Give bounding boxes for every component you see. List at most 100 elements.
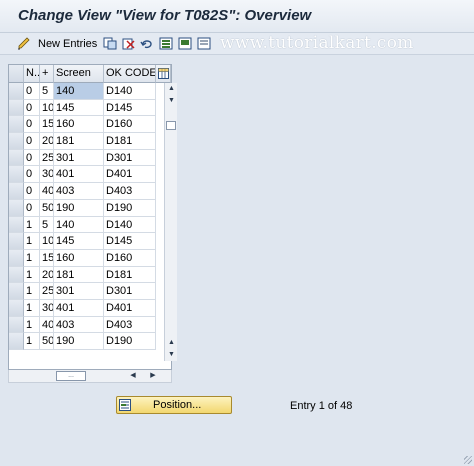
table-row: 0 10 145 D145: [9, 99, 171, 117]
cell-plus: 20: [40, 133, 54, 150]
cell-screen[interactable]: 145: [54, 233, 104, 250]
title-bar: Change View "View for T082S": Overview: [0, 0, 474, 33]
resize-grip-icon[interactable]: [464, 456, 472, 464]
table-rows: 0 5 140 D140 0 10 145 D145 0 15 160 D160 0 20 181 D181 0…: [9, 83, 171, 350]
row-selector[interactable]: [9, 299, 24, 317]
new-entries-button[interactable]: New Entries: [38, 38, 97, 50]
cell-screen[interactable]: 140: [54, 83, 104, 100]
cell-screen[interactable]: 401: [54, 299, 104, 317]
scroll-down-icon[interactable]: ▼: [165, 95, 178, 107]
cell-ok-code[interactable]: D401: [104, 166, 156, 184]
horizontal-scrollbar[interactable]: ... ◀ ▶: [8, 370, 172, 383]
table-row: 1 20 181 D181: [9, 266, 171, 284]
position-button[interactable]: Position...: [116, 396, 232, 414]
row-selector[interactable]: [9, 233, 24, 250]
cell-plus: 50: [40, 333, 54, 350]
row-selector[interactable]: [9, 199, 24, 217]
cell-plus: 25: [40, 283, 54, 300]
cell-screen[interactable]: 160: [54, 116, 104, 134]
cell-screen[interactable]: 190: [54, 333, 104, 350]
cell-screen[interactable]: 181: [54, 266, 104, 284]
cell-ok-code[interactable]: D190: [104, 199, 156, 217]
table-row: 0 15 160 D160: [9, 116, 171, 134]
hscroll-thumb[interactable]: ...: [56, 371, 86, 381]
scroll-page-down-icon[interactable]: ▼: [165, 349, 178, 361]
cell-ok-code[interactable]: D181: [104, 266, 156, 284]
cell-screen[interactable]: 140: [54, 216, 104, 234]
row-selector[interactable]: [9, 266, 24, 284]
table-row: 1 15 160 D160: [9, 249, 171, 267]
row-selector[interactable]: [9, 283, 24, 300]
table-settings-button[interactable]: [156, 65, 171, 83]
copy-as-icon[interactable]: [103, 37, 117, 50]
cell-ok-code[interactable]: D181: [104, 133, 156, 150]
cell-n: 1: [24, 316, 40, 334]
cell-plus: 40: [40, 316, 54, 334]
scroll-left-icon[interactable]: ◀: [127, 370, 139, 382]
select-all-icon[interactable]: [159, 37, 173, 50]
cell-screen[interactable]: 160: [54, 249, 104, 267]
cell-ok-code[interactable]: D403: [104, 183, 156, 200]
row-selector[interactable]: [9, 316, 24, 334]
cell-plus: 30: [40, 166, 54, 184]
row-selector[interactable]: [9, 333, 24, 350]
cell-ok-code[interactable]: D160: [104, 249, 156, 267]
row-selector[interactable]: [9, 99, 24, 117]
scroll-up-icon[interactable]: ▲: [165, 83, 178, 95]
cell-n: 0: [24, 116, 40, 134]
cell-n: 0: [24, 99, 40, 117]
cell-screen[interactable]: 403: [54, 316, 104, 334]
row-selector[interactable]: [9, 133, 24, 150]
select-block-icon[interactable]: [178, 37, 192, 50]
row-selector[interactable]: [9, 83, 24, 100]
cell-ok-code[interactable]: D403: [104, 316, 156, 334]
scroll-page-up-icon[interactable]: ▲: [165, 337, 178, 349]
cell-ok-code[interactable]: D140: [104, 83, 156, 100]
cell-screen[interactable]: 403: [54, 183, 104, 200]
cell-ok-code[interactable]: D401: [104, 299, 156, 317]
row-selector[interactable]: [9, 183, 24, 200]
table-row: 0 25 301 D301: [9, 149, 171, 167]
cell-screen[interactable]: 145: [54, 99, 104, 117]
cell-ok-code[interactable]: D301: [104, 283, 156, 300]
cell-ok-code[interactable]: D145: [104, 233, 156, 250]
cell-screen[interactable]: 401: [54, 166, 104, 184]
cell-ok-code[interactable]: D145: [104, 99, 156, 117]
column-header-n[interactable]: N..: [24, 65, 40, 83]
table-row: 0 5 140 D140: [9, 83, 171, 100]
cell-plus: 40: [40, 183, 54, 200]
row-selector[interactable]: [9, 249, 24, 267]
cell-screen[interactable]: 190: [54, 199, 104, 217]
cell-ok-code[interactable]: D160: [104, 116, 156, 134]
cell-n: 0: [24, 199, 40, 217]
scroll-thumb[interactable]: [166, 121, 176, 130]
cell-ok-code[interactable]: D140: [104, 216, 156, 234]
cell-screen[interactable]: 181: [54, 133, 104, 150]
delete-icon[interactable]: [121, 37, 135, 50]
deselect-all-icon[interactable]: [197, 37, 211, 50]
column-header-plus[interactable]: +: [40, 65, 54, 83]
table-row: 0 50 190 D190: [9, 199, 171, 217]
cell-screen[interactable]: 301: [54, 283, 104, 300]
application-toolbar: New Entries www.tutorialkart.com: [0, 33, 474, 55]
select-all-column-header[interactable]: [9, 65, 24, 83]
cell-n: 0: [24, 183, 40, 200]
page-title: Change View "View for T082S": Overview: [18, 7, 312, 24]
cell-ok-code[interactable]: D301: [104, 149, 156, 167]
row-selector[interactable]: [9, 149, 24, 167]
row-selector[interactable]: [9, 216, 24, 234]
undo-icon[interactable]: [140, 37, 154, 50]
row-selector[interactable]: [9, 166, 24, 184]
position-button-label: Position...: [153, 399, 202, 411]
edit-pen-icon[interactable]: [17, 37, 31, 50]
cell-plus: 5: [40, 83, 54, 100]
vertical-scrollbar[interactable]: ▲ ▼ ▲ ▼: [164, 83, 177, 361]
cell-plus: 30: [40, 299, 54, 317]
column-header-ok-code[interactable]: OK CODE: [104, 65, 156, 83]
column-header-screen[interactable]: Screen: [54, 65, 104, 83]
row-selector[interactable]: [9, 116, 24, 134]
scroll-right-icon[interactable]: ▶: [147, 370, 159, 382]
cell-ok-code[interactable]: D190: [104, 333, 156, 350]
cell-plus: 25: [40, 149, 54, 167]
cell-screen[interactable]: 301: [54, 149, 104, 167]
